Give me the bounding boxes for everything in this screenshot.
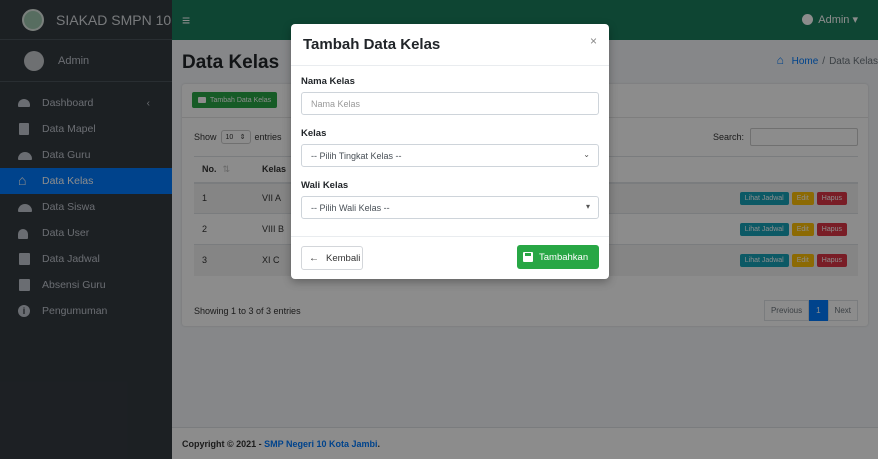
back-button[interactable]: ← Kembali [301,246,363,270]
back-button-label: Kembali [326,252,361,264]
kelas-label: Kelas [301,128,327,139]
add-class-modal: Tambah Data Kelas × Nama Kelas Nama Kela… [291,24,609,279]
arrow-left-icon: ← [309,252,319,264]
submit-button-label: Tambahkan [539,251,589,263]
wali-kelas-select-value: -- Pilih Wali Kelas -- [311,202,390,213]
caret-down-icon: ▾ [585,202,590,211]
nama-kelas-input[interactable]: Nama Kelas [301,92,599,115]
close-icon[interactable]: × [590,34,597,48]
modal-footer: ← Kembali Tambahkan [291,236,609,279]
wali-kelas-label: Wali Kelas [301,180,349,191]
save-icon [523,252,533,262]
submit-button[interactable]: Tambahkan [517,245,599,269]
kelas-select-value: -- Pilih Tingkat Kelas -- [311,150,402,161]
chevron-down-icon: ⌄ [583,150,590,159]
modal-body: Nama Kelas Nama Kelas Kelas -- Pilih Tin… [291,66,609,219]
wali-kelas-select[interactable]: -- Pilih Wali Kelas -- ▾ [301,196,599,219]
kelas-select[interactable]: -- Pilih Tingkat Kelas -- ⌄ [301,144,599,167]
nama-kelas-label: Nama Kelas [301,76,355,87]
modal-header: Tambah Data Kelas × [291,24,609,66]
modal-title: Tambah Data Kelas [303,36,441,53]
